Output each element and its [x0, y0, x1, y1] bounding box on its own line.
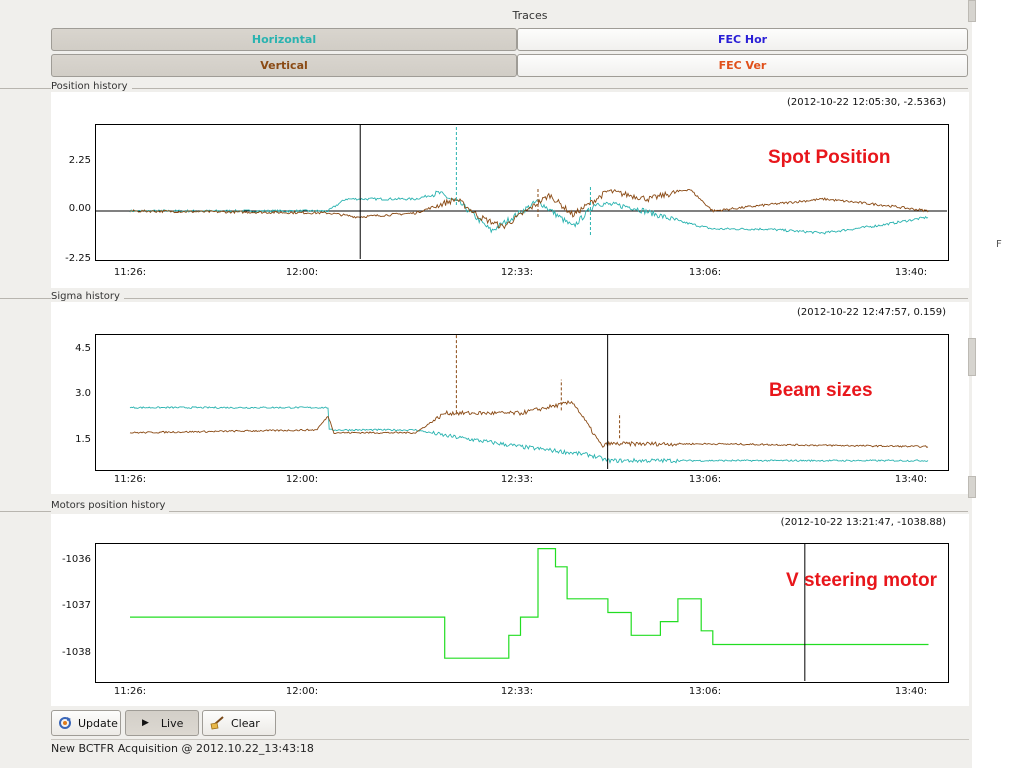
- motors-xtick: 11:26:: [113, 686, 147, 697]
- position-cursor-readout: (2012-10-22 12:05:30, -2.5363): [787, 97, 946, 108]
- sigma-ytick: 1.5: [75, 434, 91, 445]
- motors-xtick: 12:33:: [500, 686, 534, 697]
- position-xtick: 13:40:: [894, 267, 928, 278]
- edge-glyph: F: [996, 239, 1002, 250]
- position-ytick: 2.25: [68, 155, 91, 166]
- position-xtick: 12:33:: [500, 267, 534, 278]
- clear-label: Clear: [231, 716, 260, 730]
- position-xtick: 11:26:: [113, 267, 147, 278]
- position-ytick: 0.00: [68, 203, 91, 214]
- sigma-xtick: 13:06:: [688, 474, 722, 485]
- sigma-ytick: 3.0: [75, 388, 91, 399]
- trace-toggle-fec-ver[interactable]: FEC Ver: [517, 54, 968, 77]
- refresh-icon: [58, 716, 72, 730]
- sigma-cursor-readout: (2012-10-22 12:47:57, 0.159): [797, 307, 946, 318]
- motors-xtick: 13:06:: [688, 686, 722, 697]
- motors-xtick: 12:00:: [285, 686, 319, 697]
- trace-toggle-fec-hor[interactable]: FEC Hor: [517, 28, 968, 51]
- window-edge: [968, 0, 1024, 768]
- position-xtick: 13:06:: [688, 267, 722, 278]
- motors-ytick: -1036: [61, 554, 91, 565]
- app-window: Traces Horizontal FEC Hor Vertical FEC V…: [0, 0, 972, 768]
- motors-xtick: 13:40:: [894, 686, 928, 697]
- beam-sizes-annotation: Beam sizes: [769, 380, 873, 401]
- traces-title: Traces: [512, 9, 548, 22]
- motor-series-line: [130, 548, 929, 659]
- sigma-plot-canvas: [129, 335, 929, 469]
- v-steering-motor-annotation: V steering motor: [786, 570, 937, 591]
- motors-plot-canvas: [130, 544, 929, 681]
- update-label: Update: [78, 716, 118, 730]
- motors-panel-title: Motors position history: [51, 500, 170, 512]
- spot-position-annotation: Spot Position: [768, 147, 891, 168]
- horizontal-series-line: [129, 406, 929, 464]
- broom-icon: [209, 716, 225, 730]
- status-bar-text: New BCTFR Acquisition @ 2012.10.22_13:43…: [51, 742, 314, 755]
- play-icon: ▶: [142, 718, 149, 728]
- live-toggle-button[interactable]: ▶ Live: [125, 710, 199, 736]
- scrollbar-bottom-mark: [968, 476, 976, 498]
- update-button[interactable]: Update: [51, 710, 121, 736]
- motors-ytick: -1037: [61, 600, 91, 611]
- scrollbar-handle[interactable]: [968, 338, 976, 376]
- vertical-series-line: [129, 188, 929, 230]
- position-panel-border: [0, 88, 968, 89]
- clear-button[interactable]: Clear: [202, 710, 276, 736]
- motors-ytick: -1038: [61, 647, 91, 658]
- sigma-ytick: 4.5: [75, 343, 91, 354]
- sigma-panel-border: [0, 298, 968, 299]
- position-plot-canvas: [96, 125, 947, 259]
- position-xtick: 12:00:: [285, 267, 319, 278]
- trace-toggle-vertical[interactable]: Vertical: [51, 54, 517, 77]
- sigma-xtick: 12:00:: [285, 474, 319, 485]
- position-ytick: -2.25: [65, 253, 91, 264]
- sigma-xtick: 13:40:: [894, 474, 928, 485]
- sigma-xtick: 12:33:: [500, 474, 534, 485]
- scrollbar-top-mark: [968, 0, 976, 22]
- trace-toggle-horizontal[interactable]: Horizontal: [51, 28, 517, 51]
- motors-cursor-readout: (2012-10-22 13:21:47, -1038.88): [780, 517, 946, 528]
- live-label: Live: [160, 716, 184, 730]
- status-separator: [51, 739, 969, 740]
- sigma-xtick: 11:26:: [113, 474, 147, 485]
